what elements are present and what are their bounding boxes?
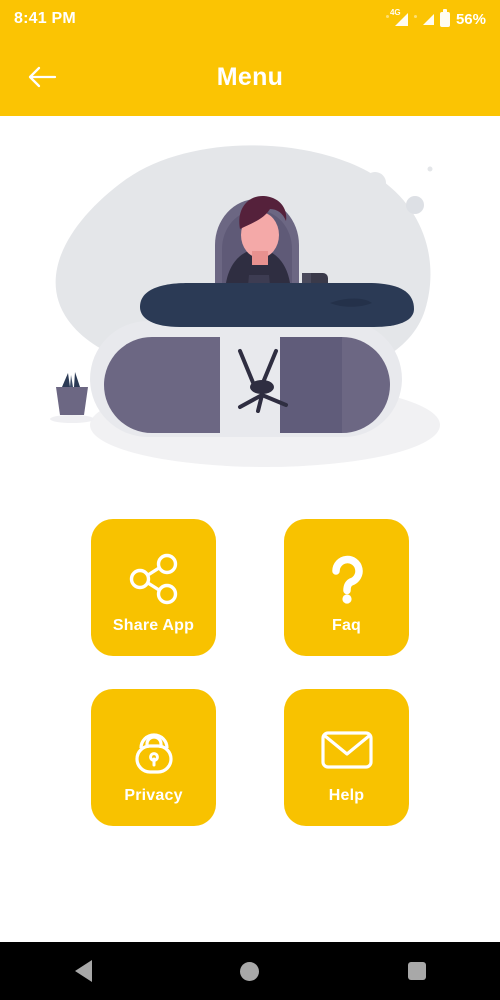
- recents-square-icon: [407, 962, 426, 980]
- page-title: Menu: [216, 62, 284, 91]
- menu-grid: Share App Faq Privacy Help: [0, 519, 500, 826]
- plant-pot: [56, 387, 88, 415]
- network-type-label: 4G: [389, 7, 401, 17]
- menu-card-label: Privacy: [124, 786, 183, 804]
- signal-dim-dot-icon-2: [413, 14, 417, 18]
- menu-card-label: Faq: [331, 616, 362, 634]
- status-icons: 4G 56%: [385, 8, 486, 28]
- back-button[interactable]: [20, 55, 64, 99]
- signal-dim-dot-icon: [385, 14, 389, 18]
- home-circle-icon: [240, 961, 260, 981]
- status-time: 8:41 PM: [14, 10, 76, 27]
- plant-leaf-center: [70, 375, 73, 387]
- person-neck: [252, 251, 268, 265]
- lock-icon: [127, 718, 181, 780]
- envelope-icon: [318, 718, 376, 780]
- app-screen: 8:41 PM 4G 56% Menu Share App Faq Privac…: [0, 0, 500, 1000]
- desk-panel-right-face: [280, 337, 342, 433]
- question-mark-icon: [320, 548, 374, 610]
- app-bar: Menu: [0, 38, 500, 116]
- plant-shadow: [50, 415, 94, 423]
- battery-icon: [439, 8, 450, 27]
- plant-leaf-left: [62, 373, 70, 387]
- system-navigation-bar: [0, 942, 500, 1000]
- battery-percent-label: 56%: [455, 10, 486, 28]
- menu-card-faq[interactable]: Faq: [284, 519, 409, 656]
- person-at-desk-illustration: [30, 125, 470, 475]
- nav-home-button[interactable]: [215, 942, 285, 1000]
- back-triangle-icon: [74, 960, 92, 982]
- decorative-dot-medium: [406, 196, 424, 214]
- nav-back-button[interactable]: [48, 942, 118, 1000]
- menu-card-help[interactable]: Help: [284, 689, 409, 826]
- status-bar: 8:41 PM 4G 56%: [0, 0, 500, 38]
- menu-card-label: Help: [328, 786, 365, 804]
- share-icon: [127, 548, 181, 610]
- decorative-dot-large: [364, 172, 386, 194]
- desk-panel-left: [104, 337, 220, 433]
- menu-card-share-app[interactable]: Share App: [91, 519, 216, 656]
- signal-bars-icon-2: [422, 13, 434, 25]
- menu-card-label: Share App: [112, 616, 195, 634]
- chair-hub: [250, 380, 274, 394]
- signal-icon: [422, 13, 434, 25]
- decorative-dot-small: [427, 166, 433, 172]
- plant-leaf-right: [74, 372, 80, 387]
- network-4g-icon: 4G: [390, 8, 408, 26]
- nav-recents-button[interactable]: [382, 942, 452, 1000]
- menu-card-privacy[interactable]: Privacy: [91, 689, 216, 826]
- desk-top: [140, 283, 414, 327]
- arrow-left-icon: [28, 66, 57, 88]
